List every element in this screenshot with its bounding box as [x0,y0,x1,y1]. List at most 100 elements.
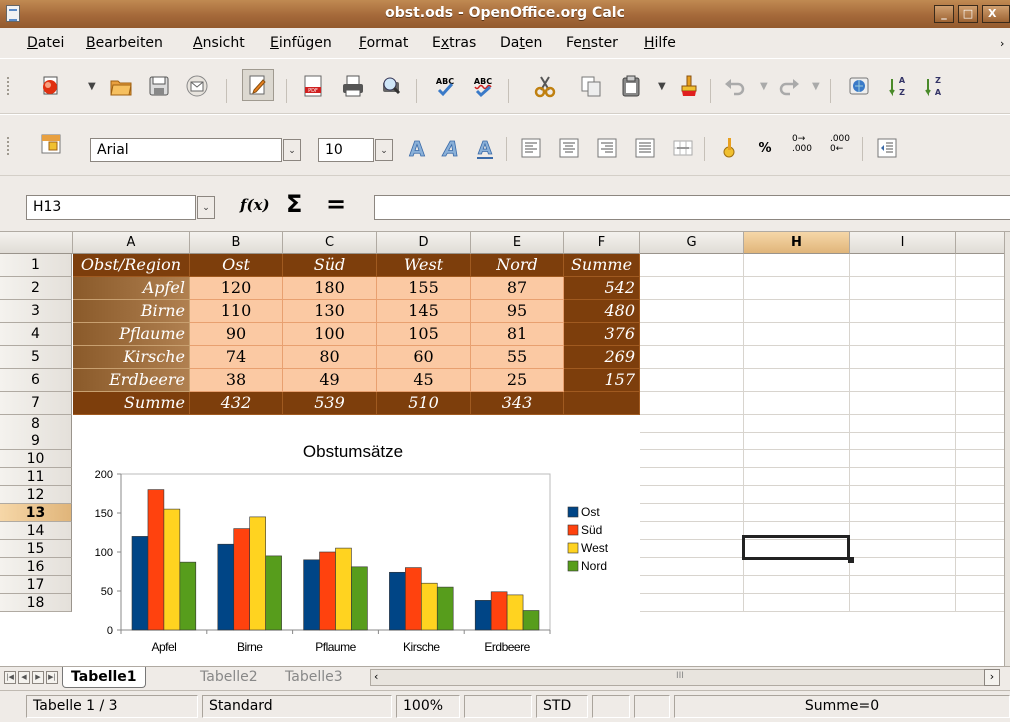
cell[interactable] [744,346,850,369]
menu-hilfe[interactable]: Hilfe [644,35,676,51]
menu-extras[interactable]: Extras [432,35,476,51]
cell[interactable] [850,277,956,300]
toolbar-grip-icon[interactable] [7,137,10,155]
value-cell[interactable]: 60 [377,346,471,369]
hyperlink-icon[interactable] [846,73,872,99]
cell[interactable] [956,558,1010,576]
cell[interactable] [850,323,956,346]
spreadsheet-grid[interactable]: ABCDEFGHI 1 2 3 4 5 6 7 8 9 10 11 12 13 14 15 16 17 18 Ob… [0,232,1010,666]
cell[interactable] [850,369,956,392]
menu-einfuegen[interactable]: Einfügen [270,35,332,51]
cell[interactable] [640,522,744,540]
cell[interactable] [956,300,1010,323]
menu-overflow-icon[interactable]: › [1000,37,1004,50]
cell[interactable] [956,369,1010,392]
cell[interactable] [850,450,956,468]
redo-dropdown-icon[interactable]: ▼ [812,81,820,92]
value-cell[interactable]: 105 [377,323,471,346]
cell[interactable] [956,254,1010,277]
cell[interactable] [640,486,744,504]
cell[interactable] [850,392,956,415]
status-zoom[interactable]: 100% [396,695,460,718]
row-sum-cell[interactable]: 157 [564,369,640,392]
row-sum-cell[interactable]: 376 [564,323,640,346]
menu-daten[interactable]: Daten [500,35,542,51]
cell[interactable] [956,346,1010,369]
cell[interactable] [850,468,956,486]
cell[interactable] [956,540,1010,558]
column-header-c[interactable]: C [283,232,377,254]
sort-descending-icon[interactable]: ZA [922,73,948,99]
spellcheck-icon[interactable]: ABC [432,73,458,99]
delete-decimal-icon[interactable]: .000 0← [824,131,856,157]
row-header-2[interactable]: 2 [0,277,72,300]
value-cell[interactable]: 100 [283,323,377,346]
menu-datei[interactable]: Datei [27,35,64,51]
row-sum-cell[interactable]: 542 [564,277,640,300]
value-cell[interactable]: 130 [283,300,377,323]
column-header-a[interactable]: A [73,232,190,254]
header-cell[interactable]: Nord [471,254,564,277]
row-header-6[interactable]: 6 [0,369,72,392]
undo-icon[interactable] [722,73,748,99]
bar-chart[interactable]: Obstumsätze 0 50 100 150 200 Apfel Birne Pflaume… [73,428,638,666]
last-sheet-icon[interactable]: ▶| [46,671,58,684]
autospellcheck-icon[interactable]: ABC [470,73,496,99]
row-header-11[interactable]: 11 [0,468,72,486]
font-size-input[interactable]: 10 [318,138,374,162]
cell[interactable] [850,486,956,504]
menu-bearbeiten[interactable]: Bearbeiten [86,35,163,51]
cell[interactable] [744,277,850,300]
totals-cell[interactable]: 539 [283,392,377,415]
print-preview-icon[interactable] [378,73,404,99]
cell[interactable] [956,432,1010,450]
cell[interactable] [850,504,956,522]
cell[interactable] [640,369,744,392]
header-cell[interactable]: Summe [564,254,640,277]
cell[interactable] [850,576,956,594]
cell[interactable] [850,558,956,576]
row-header-17[interactable]: 17 [0,576,72,594]
save-icon[interactable] [146,73,172,99]
new-document-icon[interactable] [38,73,64,99]
new-dropdown-icon[interactable]: ▼ [88,81,96,92]
menu-fenster[interactable]: Fenster [566,35,618,51]
sheet-tab-tabelle3[interactable]: Tabelle3 [277,667,351,688]
cell[interactable] [744,254,850,277]
clone-formatting-icon[interactable] [676,73,702,99]
align-left-icon[interactable] [518,135,544,161]
column-header-h[interactable]: H [744,232,850,254]
email-icon[interactable] [184,73,210,99]
value-cell[interactable]: 120 [190,277,283,300]
cell[interactable] [850,432,956,450]
cell[interactable] [850,594,956,612]
row-label-cell[interactable]: Pflaume [73,323,190,346]
row-sum-cell[interactable]: 269 [564,346,640,369]
value-cell[interactable]: 95 [471,300,564,323]
row-header-4[interactable]: 4 [0,323,72,346]
prev-sheet-icon[interactable]: ◀ [18,671,30,684]
scroll-left-icon[interactable]: ‹ [374,670,378,683]
cell-cursor[interactable] [742,535,850,560]
first-sheet-icon[interactable]: |◀ [4,671,16,684]
cell[interactable] [956,392,1010,415]
column-header-d[interactable]: D [377,232,471,254]
value-cell[interactable]: 81 [471,323,564,346]
row-label-cell[interactable]: Kirsche [73,346,190,369]
cell[interactable] [640,300,744,323]
cell[interactable] [744,369,850,392]
value-cell[interactable]: 45 [377,369,471,392]
font-name-input[interactable]: Arial [90,138,282,162]
cell[interactable] [956,576,1010,594]
formula-equals-icon[interactable]: = [326,190,346,218]
row-header-1[interactable]: 1 [0,254,72,277]
cell[interactable] [640,323,744,346]
cell[interactable] [640,277,744,300]
value-cell[interactable]: 49 [283,369,377,392]
row-label-cell[interactable]: Erdbeere [73,369,190,392]
sum-icon[interactable]: Σ [286,190,302,218]
column-header-i[interactable]: I [850,232,956,254]
cell[interactable] [640,346,744,369]
value-cell[interactable]: 145 [377,300,471,323]
undo-dropdown-icon[interactable]: ▼ [760,81,768,92]
